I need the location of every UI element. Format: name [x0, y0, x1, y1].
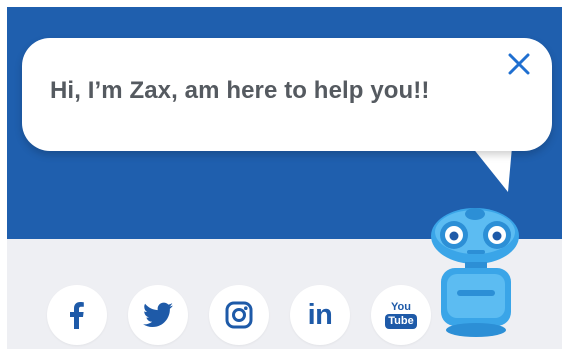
greeting-message: Hi, I’m Zax, am here to help you!! [50, 77, 430, 104]
facebook-button[interactable] [47, 285, 107, 345]
twitter-icon [143, 302, 173, 327]
youtube-logo-bottom: Tube [385, 313, 417, 329]
chat-widget-panel: Hi, I’m Zax, am here to help you!! in Yo… [7, 7, 562, 349]
linkedin-button[interactable]: in [290, 285, 350, 345]
instagram-icon [225, 301, 253, 329]
youtube-button[interactable]: You Tube [371, 285, 431, 345]
youtube-icon: You Tube [385, 300, 417, 329]
twitter-button[interactable] [128, 285, 188, 345]
linkedin-icon: in [307, 298, 333, 331]
robot-mascot-icon[interactable] [427, 202, 527, 342]
facebook-icon [70, 302, 84, 329]
speech-bubble-tail [472, 147, 512, 192]
instagram-button[interactable] [209, 285, 269, 345]
greeting-bubble[interactable]: Hi, I’m Zax, am here to help you!! [22, 38, 552, 151]
close-button[interactable] [506, 51, 532, 77]
close-icon [508, 53, 530, 75]
youtube-logo-top: You [391, 300, 411, 313]
